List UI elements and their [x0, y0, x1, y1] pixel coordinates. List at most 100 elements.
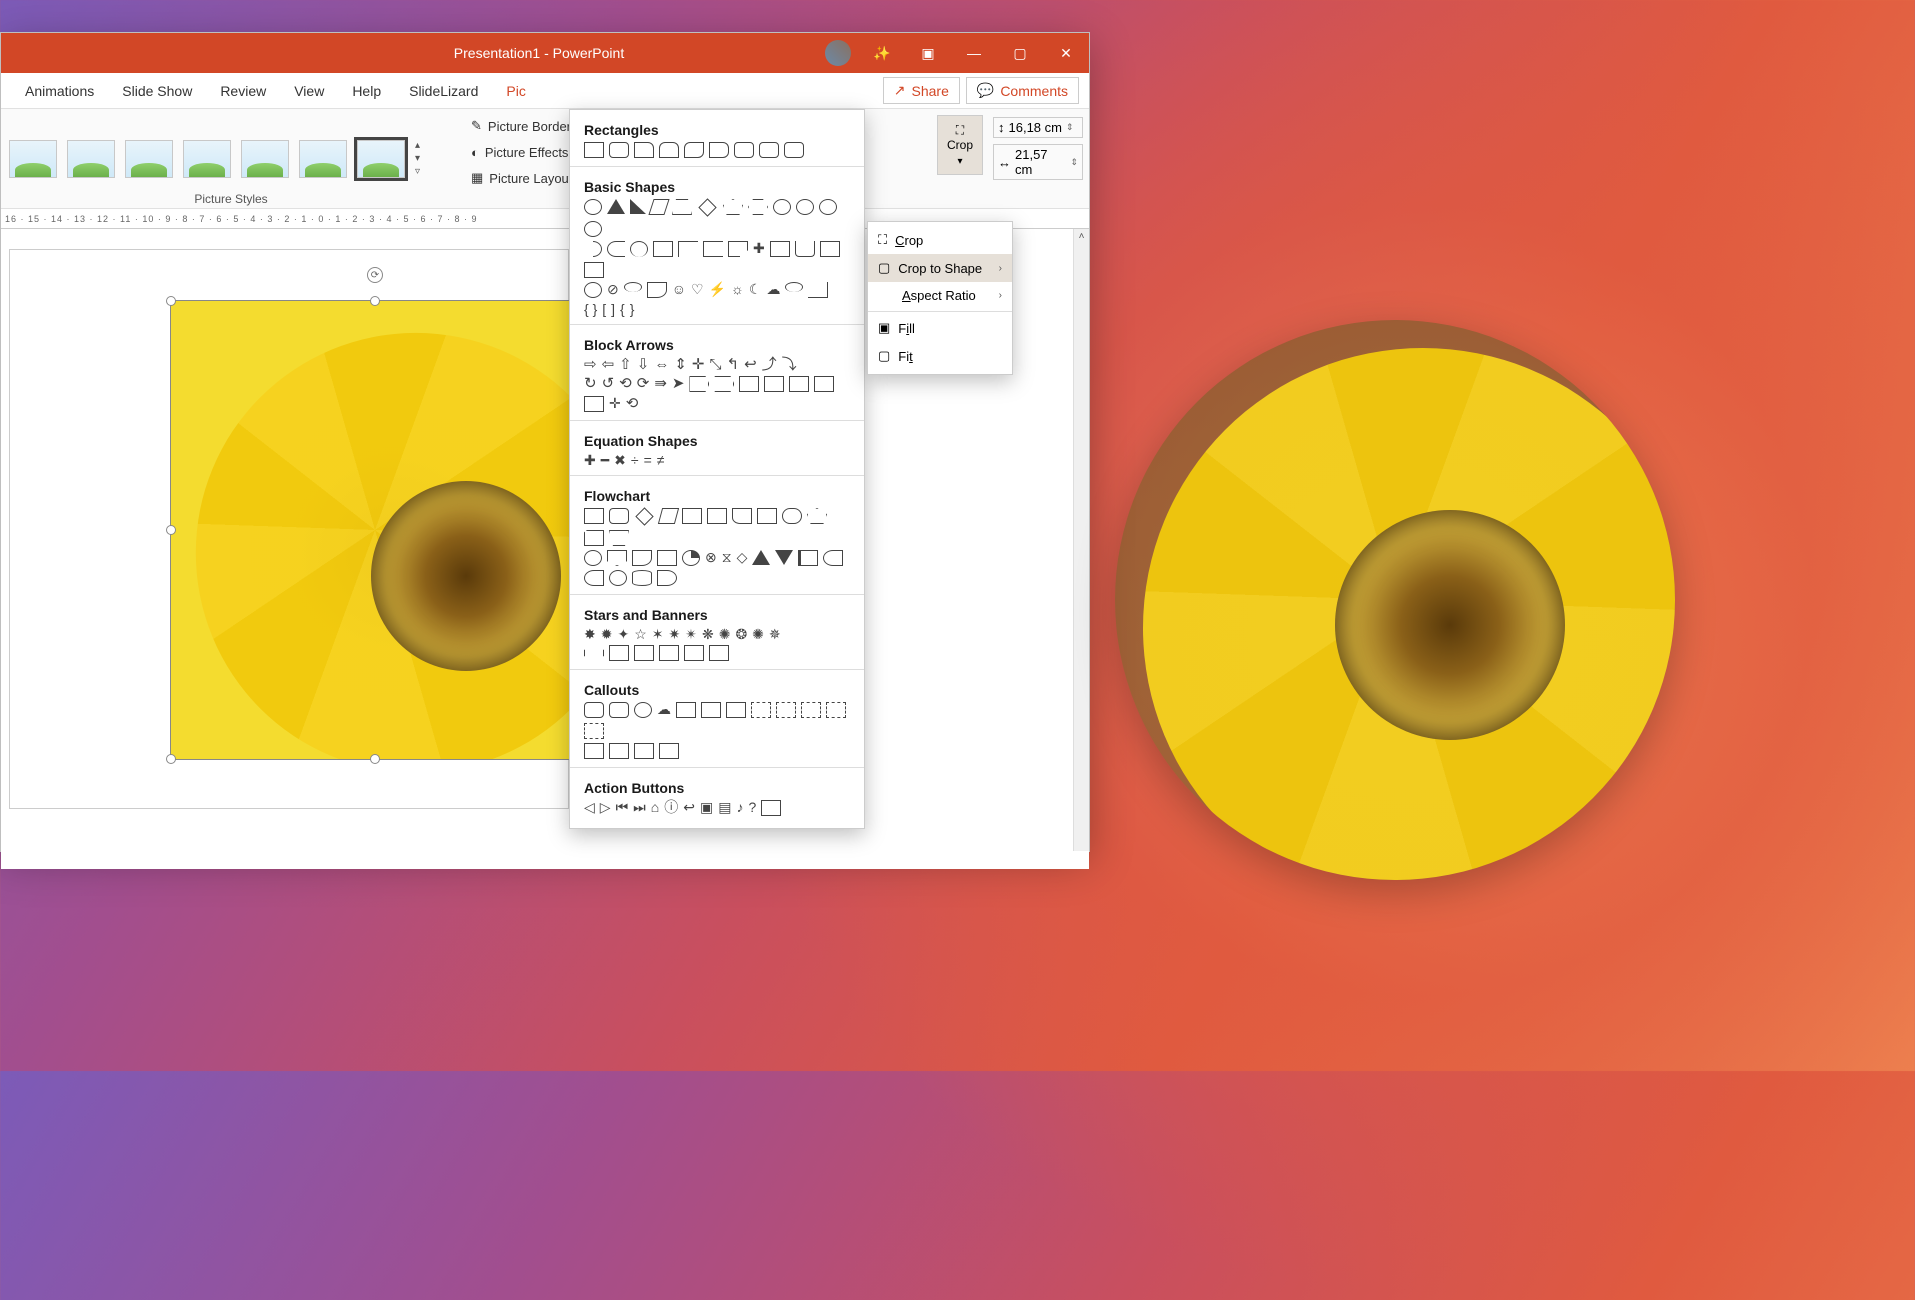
shape-fc-summing[interactable]: [682, 550, 700, 566]
shape-fc-magnetic-disk[interactable]: [609, 570, 627, 586]
shape-right-bracket[interactable]: [: [602, 302, 606, 316]
shape-can[interactable]: [795, 241, 815, 257]
shape-fc-process[interactable]: [584, 508, 604, 524]
shape-line-callout2-accent[interactable]: [801, 702, 821, 718]
vertical-scrollbar[interactable]: ˄: [1073, 229, 1089, 851]
shape-fc-manual-input[interactable]: [584, 530, 604, 546]
close-button[interactable]: ✕: [1043, 33, 1089, 73]
shape-fc-card[interactable]: [632, 550, 652, 566]
shape-wave[interactable]: [684, 645, 704, 661]
shape-line-callout1-noborder[interactable]: [584, 743, 604, 759]
shape-cube[interactable]: [820, 241, 840, 257]
shape-fc-or[interactable]: ⊗: [705, 550, 717, 566]
crop-split-button[interactable]: ⛶ Crop ▾: [937, 115, 983, 175]
shape-cloud-callout[interactable]: ☁: [657, 702, 671, 718]
shape-up-callout[interactable]: [814, 376, 834, 392]
shape-fc-alt-process[interactable]: [609, 508, 629, 524]
shape-pie[interactable]: [584, 241, 602, 257]
shape-diagonal-stripe[interactable]: [728, 241, 748, 257]
shape-round-same-side[interactable]: [759, 142, 779, 158]
shape-line-callout3-accent[interactable]: [826, 702, 846, 718]
shape-8pt-star[interactable]: ✴: [685, 627, 697, 641]
picture-style-5[interactable]: [241, 140, 289, 178]
menu-item-aspect-ratio[interactable]: Aspect Ratio›: [868, 282, 1012, 309]
shape-plus[interactable]: ✚: [753, 241, 765, 257]
display-settings-icon[interactable]: ▣: [905, 33, 951, 73]
shape-left-callout[interactable]: [789, 376, 809, 392]
shape-ribbon[interactable]: [584, 645, 604, 661]
shape-double-wave[interactable]: [709, 645, 729, 661]
shape-chevron[interactable]: [714, 376, 734, 392]
shape-action-return[interactable]: ↩: [683, 800, 695, 816]
shape-action-help[interactable]: ?: [748, 800, 756, 816]
comments-button[interactable]: 💬Comments: [966, 77, 1079, 104]
shape-action-forward[interactable]: ▷: [600, 800, 611, 816]
shape-bevel[interactable]: [584, 262, 604, 278]
shape-lightning[interactable]: ⚡: [709, 282, 726, 298]
shape-fc-merge[interactable]: [775, 550, 793, 565]
shape-action-back[interactable]: ◁: [584, 800, 595, 816]
shape-left-arrow[interactable]: ⇦: [602, 357, 615, 372]
menu-item-crop-to-shape[interactable]: ▢Crop to Shape›: [868, 254, 1012, 282]
shape-block-arc[interactable]: [624, 282, 642, 292]
shape-up-down-arrow[interactable]: ⇕: [674, 357, 687, 372]
shape-frame[interactable]: [653, 241, 673, 257]
shape-right-arrow[interactable]: ⇨: [584, 357, 597, 372]
shape-left-brace[interactable]: ]: [611, 302, 615, 316]
shape-explosion1[interactable]: ✸: [584, 627, 596, 641]
shape-vertical-scroll[interactable]: [634, 645, 654, 661]
selected-picture[interactable]: ⟳: [170, 300, 580, 760]
shape-cloud[interactable]: ☁: [766, 282, 780, 298]
picture-style-1[interactable]: [9, 140, 57, 178]
shape-fc-predefined[interactable]: [682, 508, 702, 524]
shape-curved-down[interactable]: ⟳: [637, 376, 650, 392]
shape-line-callout2-noborder[interactable]: [609, 743, 629, 759]
shape-fc-preparation[interactable]: [807, 508, 827, 524]
shape-curved-up[interactable]: ⟲: [619, 376, 632, 392]
shape-rect-callout[interactable]: [584, 702, 604, 718]
shape-line-callout2[interactable]: [701, 702, 721, 718]
shape-right-triangle[interactable]: [630, 199, 646, 214]
shape-left-up-arrow[interactable]: ⤴: [762, 357, 777, 372]
shape-oval[interactable]: [584, 199, 602, 215]
shape-minus-sign[interactable]: ━: [601, 453, 609, 467]
shape-ribbon2[interactable]: [609, 645, 629, 661]
shape-hexagon[interactable]: [748, 199, 768, 215]
shape-action-blank[interactable]: [761, 800, 781, 816]
shape-teardrop[interactable]: [630, 241, 648, 257]
shape-action-sound[interactable]: ♪: [736, 800, 743, 816]
shape-line-callout3[interactable]: [726, 702, 746, 718]
shape-folded-corner[interactable]: [647, 282, 667, 298]
shape-fc-document[interactable]: [732, 508, 752, 524]
shape-round-diagonal[interactable]: [784, 142, 804, 158]
shape-action-movie[interactable]: ▣: [700, 800, 713, 816]
shape-4pt-star[interactable]: ✦: [617, 627, 629, 641]
shape-octagon[interactable]: [796, 199, 814, 215]
shape-curved-left[interactable]: ↺: [602, 376, 615, 392]
shape-12pt-star[interactable]: ✺: [719, 627, 731, 641]
shape-fc-connector[interactable]: [584, 550, 602, 566]
shape-right-brace[interactable]: {: [620, 302, 625, 316]
shape-striped-right[interactable]: ⇛: [654, 376, 667, 392]
shape-action-info[interactable]: ⓘ: [664, 800, 678, 816]
picture-style-7[interactable]: [357, 140, 405, 178]
shape-dodecagon[interactable]: [584, 221, 602, 237]
shape-notched-right[interactable]: ➤: [672, 376, 685, 392]
user-avatar[interactable]: [825, 40, 851, 66]
shape-rounded-rectangle[interactable]: [609, 142, 629, 158]
shape-snip-diagonal[interactable]: [684, 142, 704, 158]
shape-down-callout[interactable]: [764, 376, 784, 392]
shape-left-right-arrow[interactable]: ⇔: [654, 357, 669, 372]
shape-rounded-callout[interactable]: [609, 702, 629, 718]
shape-half-frame[interactable]: [678, 241, 698, 257]
width-field[interactable]: ↔21,57 cm⇕: [993, 144, 1083, 180]
shape-diamond[interactable]: [698, 198, 716, 216]
shape-no-symbol[interactable]: ⊘: [607, 282, 619, 298]
picture-effects-button[interactable]: ◐Picture Effects▾: [471, 141, 585, 163]
shape-action-beginning[interactable]: ⏮: [616, 800, 629, 816]
shape-left-right-callout[interactable]: [584, 396, 604, 412]
menu-item-fit[interactable]: ▢Fit: [868, 342, 1012, 370]
resize-handle-sw[interactable]: [166, 754, 176, 764]
shape-oval-callout[interactable]: [634, 702, 652, 718]
shape-multiply-sign[interactable]: ✖: [614, 453, 626, 467]
